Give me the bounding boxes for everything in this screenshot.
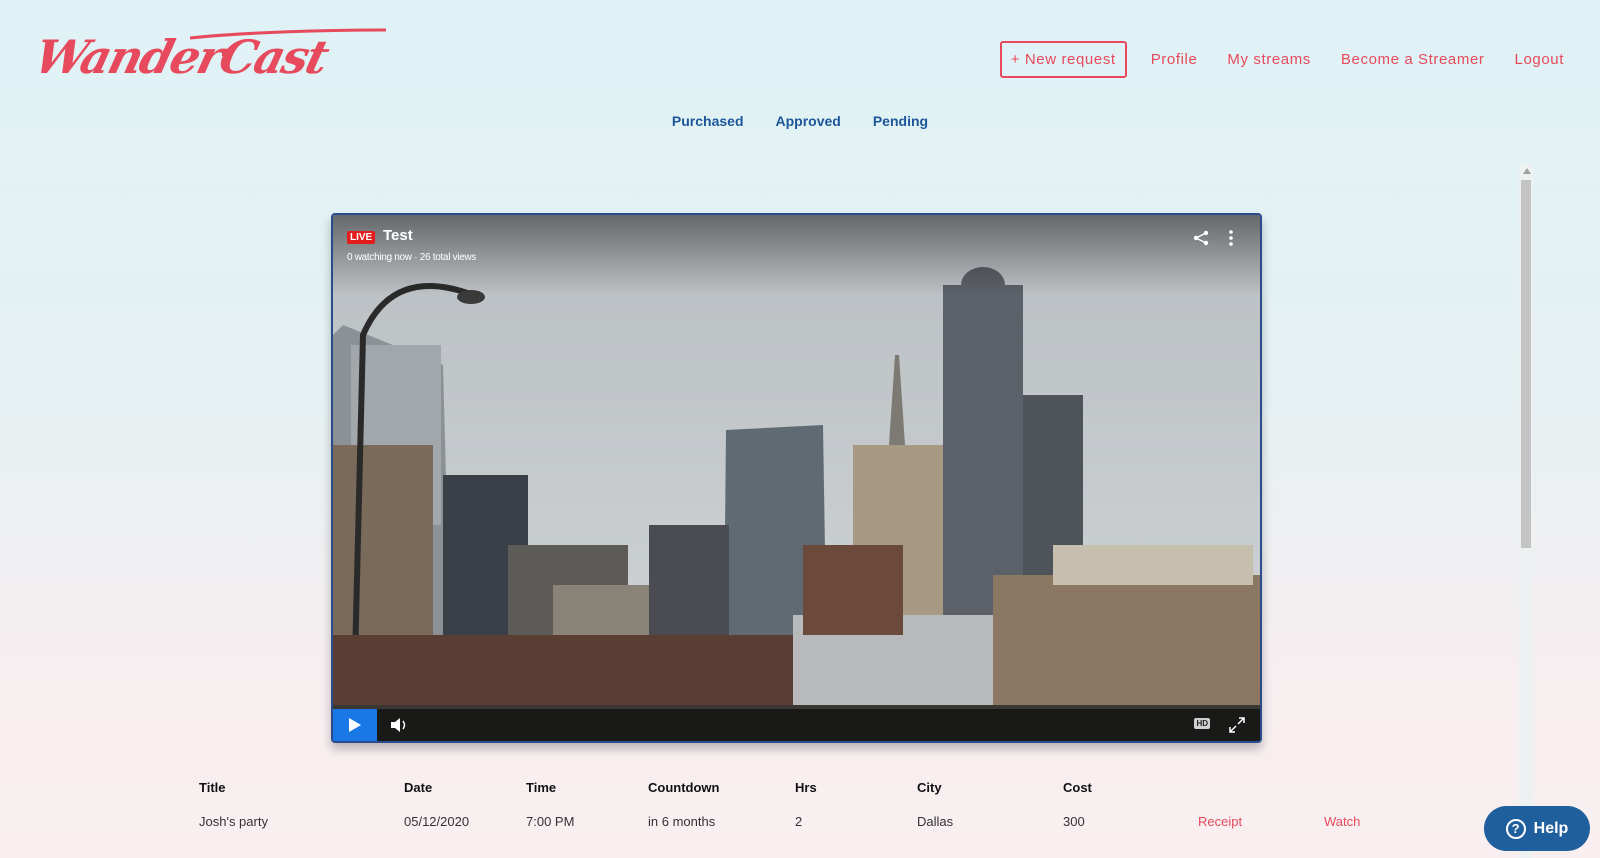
header-hrs: Hrs xyxy=(795,780,817,795)
header-time: Time xyxy=(526,780,557,795)
stream-status-tabs: Purchased Approved Pending xyxy=(0,113,1600,129)
hd-quality-icon[interactable]: HD xyxy=(1194,718,1210,729)
cell-hrs: 2 xyxy=(795,814,803,829)
cell-date: 05/12/2020 xyxy=(404,814,470,829)
header-countdown: Countdown xyxy=(648,780,720,795)
play-icon xyxy=(349,718,361,732)
nav-become-streamer[interactable]: Become a Streamer xyxy=(1341,51,1485,68)
page-scrollbar[interactable] xyxy=(1519,164,1533,858)
nav-logout[interactable]: Logout xyxy=(1515,51,1564,68)
volume-icon[interactable] xyxy=(389,716,409,734)
receipt-link[interactable]: Receipt xyxy=(1198,814,1242,829)
tab-purchased[interactable]: Purchased xyxy=(672,113,744,129)
help-button[interactable]: ? Help xyxy=(1484,806,1590,851)
tab-approved[interactable]: Approved xyxy=(776,113,841,129)
live-badge: LIVE xyxy=(347,231,376,244)
header-title: Title xyxy=(199,780,226,795)
logo-swash xyxy=(189,28,387,40)
tab-pending[interactable]: Pending xyxy=(873,113,928,129)
fullscreen-icon[interactable] xyxy=(1228,716,1246,734)
cell-city: Dallas xyxy=(917,814,954,829)
player-controls: HD xyxy=(333,709,1260,741)
watch-link[interactable]: Watch xyxy=(1324,814,1360,829)
nav-profile[interactable]: Profile xyxy=(1151,51,1198,68)
help-label: Help xyxy=(1533,819,1569,837)
video-view-count: 0 watching now · 26 total views xyxy=(347,252,477,263)
cell-title: Josh's party xyxy=(199,814,268,829)
play-button[interactable] xyxy=(333,709,377,741)
header-city: City xyxy=(917,780,942,795)
more-vert-icon[interactable] xyxy=(1222,229,1240,247)
header-date: Date xyxy=(404,780,433,795)
question-icon: ? xyxy=(1505,818,1526,839)
header-cost: Cost xyxy=(1063,780,1092,795)
share-icon[interactable] xyxy=(1192,229,1210,247)
top-nav: + New request Profile My streams Become … xyxy=(999,40,1564,78)
scroll-thumb[interactable] xyxy=(1521,180,1531,548)
video-title[interactable]: Test xyxy=(383,227,413,244)
cell-countdown: in 6 months xyxy=(648,814,716,829)
scroll-up-arrow-icon[interactable] xyxy=(1523,168,1531,174)
cell-time: 7:00 PM xyxy=(526,814,575,829)
nav-my-streams[interactable]: My streams xyxy=(1227,51,1311,68)
cell-cost: 300 xyxy=(1063,814,1085,829)
new-request-button[interactable]: + New request xyxy=(999,40,1127,78)
video-player[interactable]: LIVE Test 0 watching now · 26 total view… xyxy=(331,213,1262,743)
wandercast-logo[interactable]: WanderCast xyxy=(29,26,387,86)
